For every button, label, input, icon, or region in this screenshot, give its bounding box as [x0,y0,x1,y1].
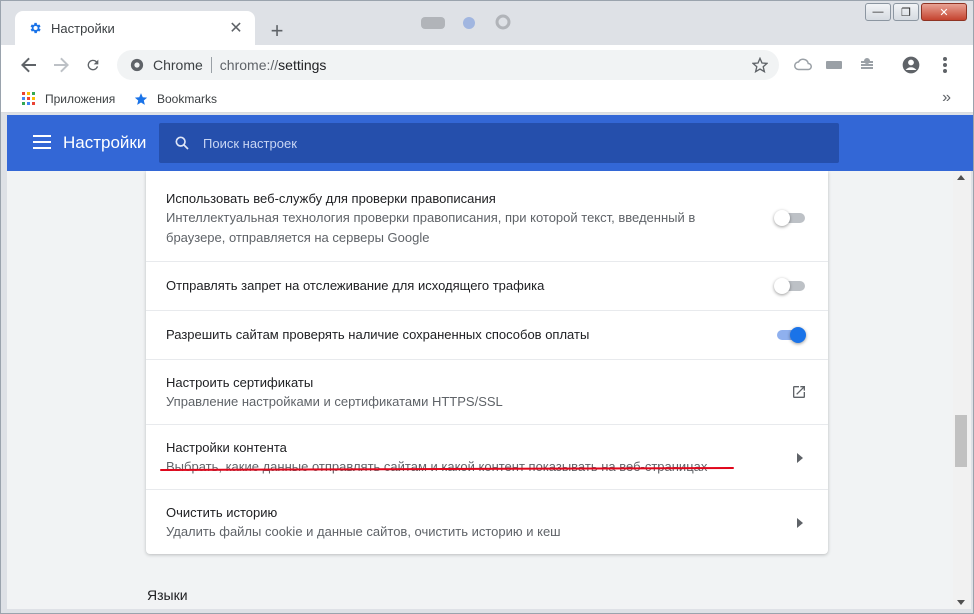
bookmark-folder-label: Bookmarks [157,92,218,106]
gear-icon [27,20,43,36]
chrome-icon [129,57,145,73]
extension-icon[interactable] [824,55,844,75]
setting-row-certificates[interactable]: Настроить сертификаты Управление настрой… [146,359,828,424]
forward-button[interactable] [47,51,75,79]
page-scrollbar[interactable] [953,171,971,609]
new-tab-button[interactable]: + [263,17,291,45]
setting-row-clear-history[interactable]: Очистить историю Удалить файлы cookie и … [146,489,828,554]
advanced-settings-card: Использовать веб-службу для проверки пра… [146,171,828,554]
url-path: settings [278,57,327,73]
browser-window: Настройки ✕ + — ❐ ✕ Chrome chrome://sett… [0,0,974,614]
page-title: Настройки [63,133,147,152]
omnibox[interactable]: Chrome chrome://settings [117,50,779,80]
minimize-button[interactable]: — [865,3,891,21]
search-icon [173,134,191,152]
scroll-down-arrow-icon[interactable] [957,600,965,605]
forward-arrow-icon [54,57,69,73]
blue-star-icon [133,91,149,107]
external-link-icon[interactable] [790,383,808,401]
browser-toolbar: Chrome chrome://settings [1,45,973,85]
setting-label: Разрешить сайтам проверять наличие сохра… [166,327,590,342]
setting-label: Настроить сертификаты [166,375,314,390]
reload-icon [87,59,99,71]
setting-description: Удалить файлы cookie и данные сайтов, оч… [166,524,561,539]
setting-description: Управление настройками и сертификатами H… [166,394,503,409]
window-close-button[interactable]: ✕ [921,3,967,21]
omnibox-separator [210,57,212,73]
settings-content: Использовать веб-службу для проверки пра… [7,171,953,609]
setting-label: Настройки контента [166,440,287,455]
close-tab-icon[interactable]: ✕ [227,19,245,37]
scroll-up-arrow-icon[interactable] [957,175,965,180]
setting-description: Интеллектуальная технология проверки пра… [166,210,696,245]
maximize-button[interactable]: ❐ [893,3,919,21]
omnibox-url[interactable]: chrome://settings [220,57,751,73]
hamburger-menu-icon[interactable] [33,135,51,149]
payment-methods-toggle[interactable] [774,325,808,345]
menu-kebab-icon[interactable] [935,55,955,75]
url-scheme: chrome:// [219,57,279,73]
setting-row-payment-methods[interactable]: Разрешить сайтам проверять наличие сохра… [146,310,828,359]
do-not-track-toggle[interactable] [774,276,808,296]
bookmarks-overflow-icon[interactable]: » [942,89,951,107]
blurred-region [421,13,531,33]
tab-title: Настройки [51,20,115,36]
setting-label: Очистить историю [166,505,278,520]
window-controls: — ❐ ✕ [865,3,967,21]
bookmark-apps-label: Приложения [45,92,116,106]
spellcheck-toggle[interactable] [774,208,808,228]
reload-button[interactable] [79,51,107,79]
back-arrow-icon [21,57,36,73]
bookmark-star-icon[interactable] [751,56,769,74]
section-title-languages: Языки [147,587,188,603]
profile-icon[interactable] [901,55,921,75]
settings-header: Настройки [7,115,973,171]
scroll-thumb[interactable] [955,415,967,467]
search-input[interactable] [203,135,803,151]
apps-grid-icon [21,91,37,107]
bookmark-apps[interactable]: Приложения [21,89,115,109]
cloud-extension-icon[interactable] [793,55,813,75]
setting-row-do-not-track[interactable]: Отправлять запрет на отслеживание для ис… [146,261,828,310]
settings-search[interactable] [159,123,839,163]
chevron-right-icon [794,452,806,464]
bookmark-folder[interactable]: Bookmarks [133,89,217,109]
tab-strip: Настройки ✕ + — ❐ ✕ [1,1,973,45]
setting-label: Использовать веб-службу для проверки пра… [166,191,496,206]
extension-2-icon[interactable] [857,55,877,75]
setting-label: Отправлять запрет на отслеживание для ис… [166,278,545,293]
omnibox-site: Chrome [153,57,203,73]
back-button[interactable] [15,51,43,79]
setting-row-spellcheck[interactable]: Использовать веб-службу для проверки пра… [146,171,828,261]
setting-row-content-settings[interactable]: Настройки контента Выбрать, какие данные… [146,424,828,489]
bookmarks-bar: Приложения Bookmarks » [1,85,973,113]
tab-settings[interactable]: Настройки ✕ [15,11,255,45]
chevron-right-icon [794,517,806,529]
